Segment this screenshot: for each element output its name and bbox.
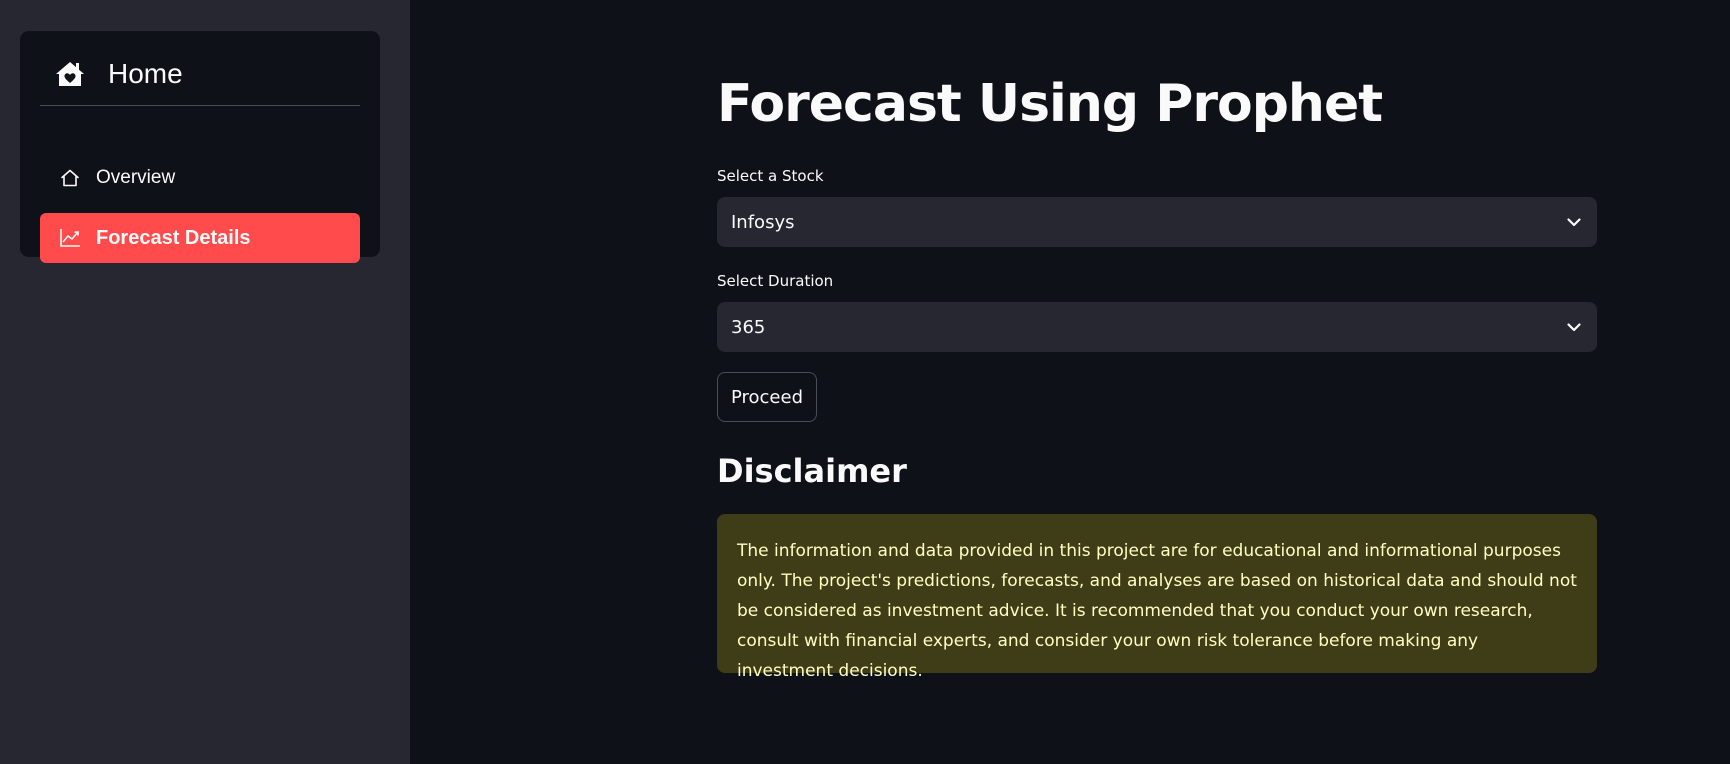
duration-select[interactable]: 365 [717, 302, 1597, 352]
nav-item-forecast-details[interactable]: Forecast Details [40, 213, 360, 263]
nav-item-overview[interactable]: Overview [40, 153, 360, 203]
stock-select-value: Infosys [731, 211, 795, 233]
app-window: Home Overview Forecast Details Forecast … [0, 0, 1730, 764]
sidebar: Home Overview Forecast Details [0, 0, 410, 764]
nav-menu-header: Home [40, 43, 360, 106]
chevron-down-icon [1565, 318, 1583, 336]
proceed-button[interactable]: Proceed [717, 372, 817, 422]
nav-item-forecast-details-label: Forecast Details [96, 226, 251, 249]
chevron-down-icon [1565, 213, 1583, 231]
nav-menu-title: Home [108, 58, 183, 89]
house-heart-icon [54, 58, 86, 90]
disclaimer-heading: Disclaimer [717, 452, 907, 490]
nav-item-overview-label: Overview [96, 167, 176, 188]
nav-menu: Home Overview Forecast Details [20, 31, 380, 263]
stock-select-label: Select a Stock [717, 167, 824, 185]
duration-select-label: Select Duration [717, 272, 834, 290]
main-content: Forecast Using Prophet Select a Stock In… [410, 0, 1730, 764]
page-title: Forecast Using Prophet [717, 74, 1383, 134]
graph-up-icon [58, 226, 82, 250]
disclaimer-text: The information and data provided in thi… [737, 541, 1577, 681]
disclaimer-alert: The information and data provided in thi… [717, 514, 1597, 681]
duration-select-value: 365 [731, 316, 766, 338]
stock-select[interactable]: Infosys [717, 197, 1597, 247]
house-icon [58, 166, 82, 190]
